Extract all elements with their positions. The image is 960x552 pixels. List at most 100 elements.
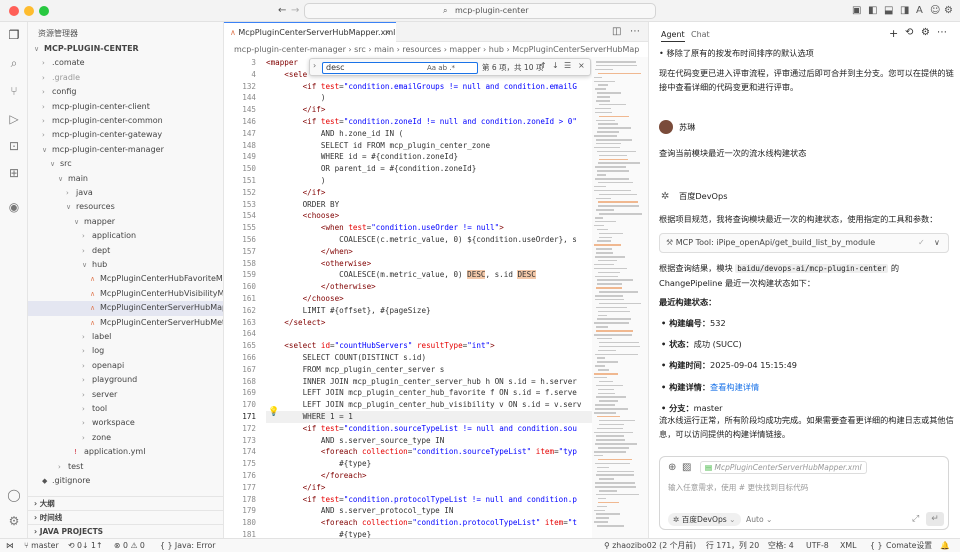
tree-item[interactable]: › server — [28, 388, 223, 402]
code-line[interactable]: <if test="condition.sourceTypeList != nu… — [266, 423, 577, 435]
tree-item[interactable]: ∨ hub — [28, 258, 223, 272]
tree-item[interactable]: ∨ resources — [28, 200, 223, 214]
git-blame[interactable]: ⚲ zhaozibo02 (2 个月前) — [604, 539, 696, 552]
code-line[interactable]: <if test="condition.zoneId != null and c… — [266, 116, 577, 128]
code-line[interactable]: </select> — [266, 317, 325, 329]
code-line[interactable]: <mapper — [266, 57, 303, 69]
close-find-icon[interactable]: × — [578, 61, 585, 70]
agent-selector[interactable]: ✲ 百度DevOps ⌄ — [668, 513, 741, 526]
code-line[interactable]: COALESCE(m.metric_value, 0) DESC, s.id D… — [266, 269, 536, 281]
layout-icon[interactable]: ▣ — [852, 4, 861, 18]
tree-item[interactable]: › application — [28, 229, 223, 243]
tree-item[interactable]: ! application.yml — [28, 445, 223, 459]
code-line[interactable]: <select id="countHubServers" resultType=… — [266, 340, 494, 352]
tree-item[interactable]: › mcp-plugin-center-gateway — [28, 128, 223, 142]
code-line[interactable]: LIMIT #{offset}, #{pageSize} — [266, 305, 431, 317]
manage-gear-icon[interactable]: ⚙ — [0, 508, 28, 534]
sync-status[interactable]: ⟲ 0↓ 1↑ — [68, 539, 102, 552]
explorer-icon[interactable]: ❐ — [0, 22, 28, 48]
remote-status[interactable]: ⋈ — [6, 539, 14, 552]
code-line[interactable]: COALESCE(c.metric_value, 0) ${condition.… — [266, 234, 577, 246]
feedback-icon[interactable]: { } — [870, 539, 882, 552]
code-line[interactable]: WHERE id = #{condition.zoneId} — [266, 151, 458, 163]
search-view-icon[interactable]: ⌕ — [0, 50, 28, 76]
chat-input-box[interactable]: ⊕ ▨ ▤ McpPluginCenterServerHubMapper.xml… — [659, 456, 949, 530]
cursor-position[interactable]: 行 171，列 20 — [706, 539, 759, 552]
close-tab-icon[interactable]: × — [384, 23, 391, 42]
code-line[interactable]: <if test="condition.emailGroups != null … — [266, 81, 577, 93]
code-line[interactable]: <when test="condition.useOrder != null"> — [266, 222, 504, 234]
tree-item[interactable]: › java — [28, 186, 223, 200]
tree-item[interactable]: ∧McpPluginCenterServerHubMetri... — [28, 316, 223, 330]
toggle-sidebar-icon[interactable]: ◧ — [868, 4, 877, 18]
tree-item[interactable]: ∧McpPluginCenterHubVisibilityMap... — [28, 287, 223, 301]
code-line[interactable]: #{type} — [266, 458, 371, 470]
user-icon[interactable]: ☺ — [930, 4, 940, 18]
lightbulb-icon[interactable]: 💡 — [268, 407, 279, 417]
notifications-bell-icon[interactable]: 🔔 — [940, 539, 950, 552]
tab-chat[interactable]: Chat — [691, 30, 710, 39]
code-line[interactable]: </otherwise> — [266, 281, 376, 293]
code-line[interactable]: <foreach collection="condition.sourceTyp… — [266, 446, 577, 458]
code-line[interactable]: </if> — [266, 187, 326, 199]
comate-icon[interactable]: ◉ — [0, 194, 28, 220]
indentation[interactable]: 空格: 4 — [768, 539, 794, 552]
code-line[interactable]: LEFT JOIN mcp_plugin_center_hub_favorite… — [266, 387, 577, 399]
tree-item[interactable]: › workspace — [28, 416, 223, 430]
code-line[interactable]: SELECT COUNT(DISTINCT s.id) — [266, 352, 426, 364]
code-line[interactable]: </if> — [266, 104, 326, 116]
send-button[interactable]: ↵ — [926, 512, 944, 526]
code-line[interactable]: </when> — [266, 246, 353, 258]
mode-selector[interactable]: Auto ⌄ — [746, 513, 772, 526]
source-control-icon[interactable]: ⑂ — [0, 78, 28, 104]
tree-item[interactable]: ∧McpPluginCenterServerHubMapp... — [28, 301, 223, 316]
tree-item[interactable]: ∨ mapper — [28, 215, 223, 229]
mcp-tool-call[interactable]: ⚒ MCP Tool: iPipe_openApi/get_build_list… — [659, 233, 949, 253]
previous-match-icon[interactable]: ↑ — [540, 61, 547, 70]
split-editor-icon[interactable]: ◫ — [612, 26, 621, 37]
remote-icon[interactable]: ⊡ — [0, 133, 28, 159]
tree-item[interactable]: › zone — [28, 431, 223, 445]
code-line[interactable]: <choose> — [266, 210, 340, 222]
code-line[interactable]: </choose> — [266, 293, 344, 305]
tree-item[interactable]: › dept — [28, 244, 223, 258]
language-mode[interactable]: XML — [840, 539, 856, 552]
close-window-button[interactable] — [9, 6, 19, 16]
tree-item[interactable]: ∧McpPluginCenterHubFavoriteMap... — [28, 272, 223, 286]
code-line[interactable]: #{type} — [266, 529, 371, 538]
tree-item[interactable]: › openapi — [28, 359, 223, 373]
panel-more-icon[interactable]: ⋯ — [937, 27, 947, 38]
code-line[interactable]: </foreach> — [266, 470, 367, 482]
tree-item[interactable]: › config — [28, 85, 223, 99]
code-line[interactable]: ORDER BY — [266, 199, 340, 211]
maximize-window-button[interactable] — [39, 6, 49, 16]
command-center-search[interactable]: ⌕ mcp-plugin-center — [304, 3, 656, 19]
tree-item[interactable]: ∨ mcp-plugin-center-manager — [28, 143, 223, 157]
toggle-replace-icon[interactable]: › — [313, 61, 316, 70]
toggle-panel-icon[interactable]: ⬓ — [884, 4, 893, 18]
tree-item[interactable]: ∨ main — [28, 172, 223, 186]
tree-item[interactable]: ∨ src — [28, 157, 223, 171]
code-line[interactable]: ) — [266, 92, 326, 104]
build-status-item[interactable]: • 构建详情：查看构建详情 — [661, 380, 957, 394]
tree-item[interactable]: › mcp-plugin-center-common — [28, 114, 223, 128]
code-line[interactable]: <sele — [266, 69, 307, 81]
java-status[interactable]: { } Java: Error — [160, 539, 215, 552]
translate-icon[interactable]: A — [916, 4, 923, 18]
tree-item[interactable]: › .comate — [28, 56, 223, 70]
code-line[interactable]: SELECT id FROM mcp_plugin_center_zone — [266, 140, 490, 152]
code-line[interactable]: INNER JOIN mcp_plugin_center_server_hub … — [266, 376, 577, 388]
next-match-icon[interactable]: ↓ — [552, 61, 559, 70]
tab-mapper-xml[interactable]: ∧ McpPluginCenterServerHubMapper.xml × — [224, 22, 396, 42]
code-line[interactable]: LEFT JOIN mcp_plugin_center_hub_visibili… — [266, 399, 582, 411]
history-icon[interactable]: ⟲ — [905, 27, 913, 38]
find-options[interactable]: Aa ab .* — [427, 63, 455, 73]
tree-item[interactable]: › label — [28, 330, 223, 344]
file-context-chip[interactable]: ▤ McpPluginCenterServerHubMapper.xml — [700, 461, 867, 474]
minimap[interactable] — [592, 57, 648, 538]
code-line[interactable]: </if> — [266, 482, 326, 494]
code-line[interactable]: <if test="condition.protocolTypeList != … — [266, 494, 577, 506]
tree-item[interactable]: › playground — [28, 373, 223, 387]
code-line[interactable]: <foreach collection="condition.protocolT… — [266, 517, 577, 529]
problems-count[interactable]: ⊗ 0 ⚠ 0 — [114, 539, 145, 552]
